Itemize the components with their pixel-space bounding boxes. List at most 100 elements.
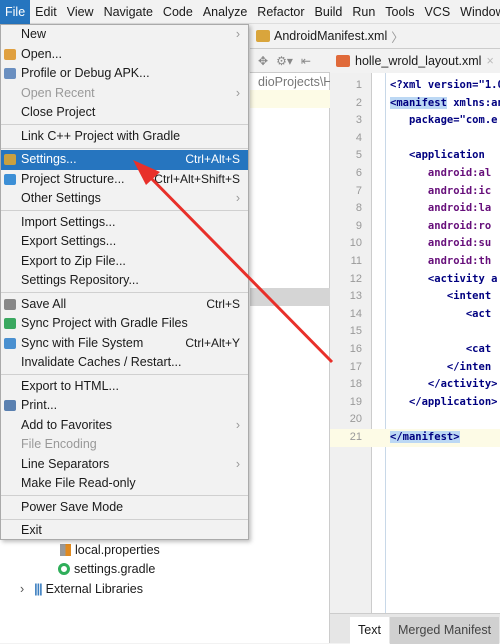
project-structure-icon [4, 173, 16, 185]
menu-item-invalidate-caches-restart[interactable]: Invalidate Caches / Restart... [1, 353, 248, 373]
menu-file[interactable]: File [0, 0, 31, 24]
tree-item-local-properties[interactable]: local.properties [60, 543, 160, 557]
line-number: 11 [350, 255, 362, 267]
code-line: 7 android:ic [330, 183, 500, 201]
code-line: 18 </activity> [330, 376, 500, 394]
menu-item-import-settings[interactable]: Import Settings... [1, 213, 248, 233]
menu-item-open[interactable]: Open... [1, 45, 248, 65]
menu-item-export-settings[interactable]: Export Settings... [1, 232, 248, 252]
project-toolbar: ✥ ⚙▾ ⇤ [250, 49, 330, 73]
code-text: </activity> [390, 378, 498, 391]
code-line: 8 android:la [330, 200, 500, 218]
code-text: android:th [390, 255, 492, 267]
scroll-from-source-icon[interactable]: ✥ [258, 54, 268, 68]
tree-item-external-libraries[interactable]: › ||| External Libraries [20, 582, 143, 596]
menu-navigate[interactable]: Navigate [99, 0, 158, 24]
menu-item-make-file-read-only[interactable]: Make File Read-only [1, 474, 248, 494]
code-line: 12 <activity a [330, 271, 500, 289]
menu-refactor[interactable]: Refactor [252, 0, 309, 24]
gear-icon[interactable]: ⚙▾ [276, 54, 293, 68]
menu-window[interactable]: Window [455, 0, 500, 24]
menu-item-sync-with-file-system[interactable]: Sync with File System Ctrl+Alt+Y [1, 334, 248, 354]
code-text: <activity a [390, 272, 498, 285]
menu-item-label: Export Settings... [21, 234, 117, 248]
menu-item-export-to-html[interactable]: Export to HTML... [1, 377, 248, 397]
code-editor[interactable]: 1 <?xml version="1.0 2 <manifest xmlns:an 3 … [330, 73, 500, 613]
close-icon[interactable]: × [486, 54, 493, 68]
code-line: 21 </manifest> [330, 429, 500, 447]
editor-tab-bar: holle_wrold_layout.xml × [330, 49, 500, 73]
tree-item-label: External Libraries [45, 582, 143, 596]
code-line: 3 package="com.e [330, 112, 500, 130]
project-path: dioProjects\He [258, 75, 330, 89]
menu-edit[interactable]: Edit [30, 0, 62, 24]
menu-analyze[interactable]: Analyze [198, 0, 252, 24]
menu-build[interactable]: Build [310, 0, 348, 24]
menu-run[interactable]: Run [347, 0, 380, 24]
line-number: 18 [349, 378, 362, 391]
menu-item-label: Project Structure... [21, 171, 125, 186]
menu-item-label: Settings Repository... [21, 273, 139, 287]
line-number: 10 [349, 237, 362, 250]
line-number: 6 [355, 167, 362, 179]
menu-item-power-save-mode[interactable]: Power Save Mode [1, 498, 248, 518]
menu-item-label: Invalidate Caches / Restart... [21, 355, 182, 369]
collapse-icon[interactable]: ⇤ [301, 54, 311, 68]
menu-item-profile-or-debug-apk[interactable]: Profile or Debug APK... [1, 64, 248, 84]
menu-view[interactable]: View [62, 0, 99, 24]
menu-item-print[interactable]: Print... [1, 396, 248, 416]
menu-item-label: Exit [21, 523, 42, 537]
gradle-icon [58, 563, 70, 575]
menu-item-save-all[interactable]: Save All Ctrl+S [1, 295, 248, 315]
project-row-selected[interactable] [250, 288, 330, 306]
line-number: 14 [349, 307, 362, 320]
menu-bar: File Edit View Navigate Code Analyze Refactor B… [0, 0, 500, 24]
menu-code[interactable]: Code [158, 0, 198, 24]
menu-vcs[interactable]: VCS [419, 0, 455, 24]
menu-item-settings-repository[interactable]: Settings Repository... [1, 271, 248, 291]
code-text: </manifest> [390, 431, 460, 443]
menu-item-other-settings[interactable]: Other Settings › [1, 189, 248, 209]
line-number: 5 [355, 149, 362, 162]
code-text: android:al [390, 167, 492, 179]
menu-item-export-to-zip-file[interactable]: Export to Zip File... [1, 252, 248, 272]
menu-item-open-recent[interactable]: Open Recent › [1, 84, 248, 104]
menu-item-label: Close Project [21, 105, 96, 119]
menu-item-label: Open Recent [21, 85, 95, 100]
libraries-icon: ||| [34, 582, 42, 596]
tab-holle-wrold-layout[interactable]: holle_wrold_layout.xml × [330, 49, 500, 73]
menu-item-file-encoding[interactable]: File Encoding [1, 435, 248, 455]
menu-item-line-separators[interactable]: Line Separators › [1, 455, 248, 475]
line-number: 4 [355, 131, 362, 144]
chevron-right-icon: › [235, 85, 240, 100]
menu-item-new[interactable]: New › [1, 25, 248, 45]
code-text: <manifest xmlns:an [390, 96, 500, 109]
menu-item-shortcut: Ctrl+Alt+Shift+S [154, 171, 240, 186]
code-text: <cat [390, 343, 492, 355]
menu-item-label: Sync Project with Gradle Files [21, 316, 188, 330]
menu-item-add-to-favorites[interactable]: Add to Favorites › [1, 416, 248, 436]
menu-item-exit[interactable]: Exit [1, 521, 248, 541]
menu-tools[interactable]: Tools [380, 0, 419, 24]
chevron-right-icon: › [235, 417, 240, 432]
code-text: android:ic [390, 184, 492, 197]
tree-item-label: local.properties [75, 543, 160, 557]
code-text: </application> [390, 395, 498, 408]
line-number: 19 [349, 395, 362, 408]
menu-item-label: Add to Favorites [21, 417, 113, 432]
code-line: 13 <intent [330, 288, 500, 306]
breadcrumb[interactable]: AndroidManifest.xml 〉 [250, 24, 500, 49]
menu-item-project-structure[interactable]: Project Structure... Ctrl+Alt+Shift+S [1, 170, 248, 190]
tab-merged-manifest[interactable]: Merged Manifest [390, 617, 500, 644]
menu-item-link-c-project-with-gradle[interactable]: Link C++ Project with Gradle [1, 127, 248, 147]
menu-item-sync-project-with-gradle-files[interactable]: Sync Project with Gradle Files [1, 314, 248, 334]
line-number: 7 [355, 184, 362, 197]
chevron-right-icon[interactable]: › [20, 582, 24, 596]
gradle-sync-icon [4, 318, 16, 329]
menu-item-close-project[interactable]: Close Project [1, 103, 248, 123]
tree-item-settings-gradle[interactable]: settings.gradle [58, 562, 155, 576]
menu-item-label: Other Settings [21, 191, 101, 205]
breadcrumb-file[interactable]: AndroidManifest.xml [274, 29, 387, 43]
menu-item-settings[interactable]: Settings... Ctrl+Alt+S [1, 150, 248, 170]
tab-text[interactable]: Text [350, 617, 389, 644]
